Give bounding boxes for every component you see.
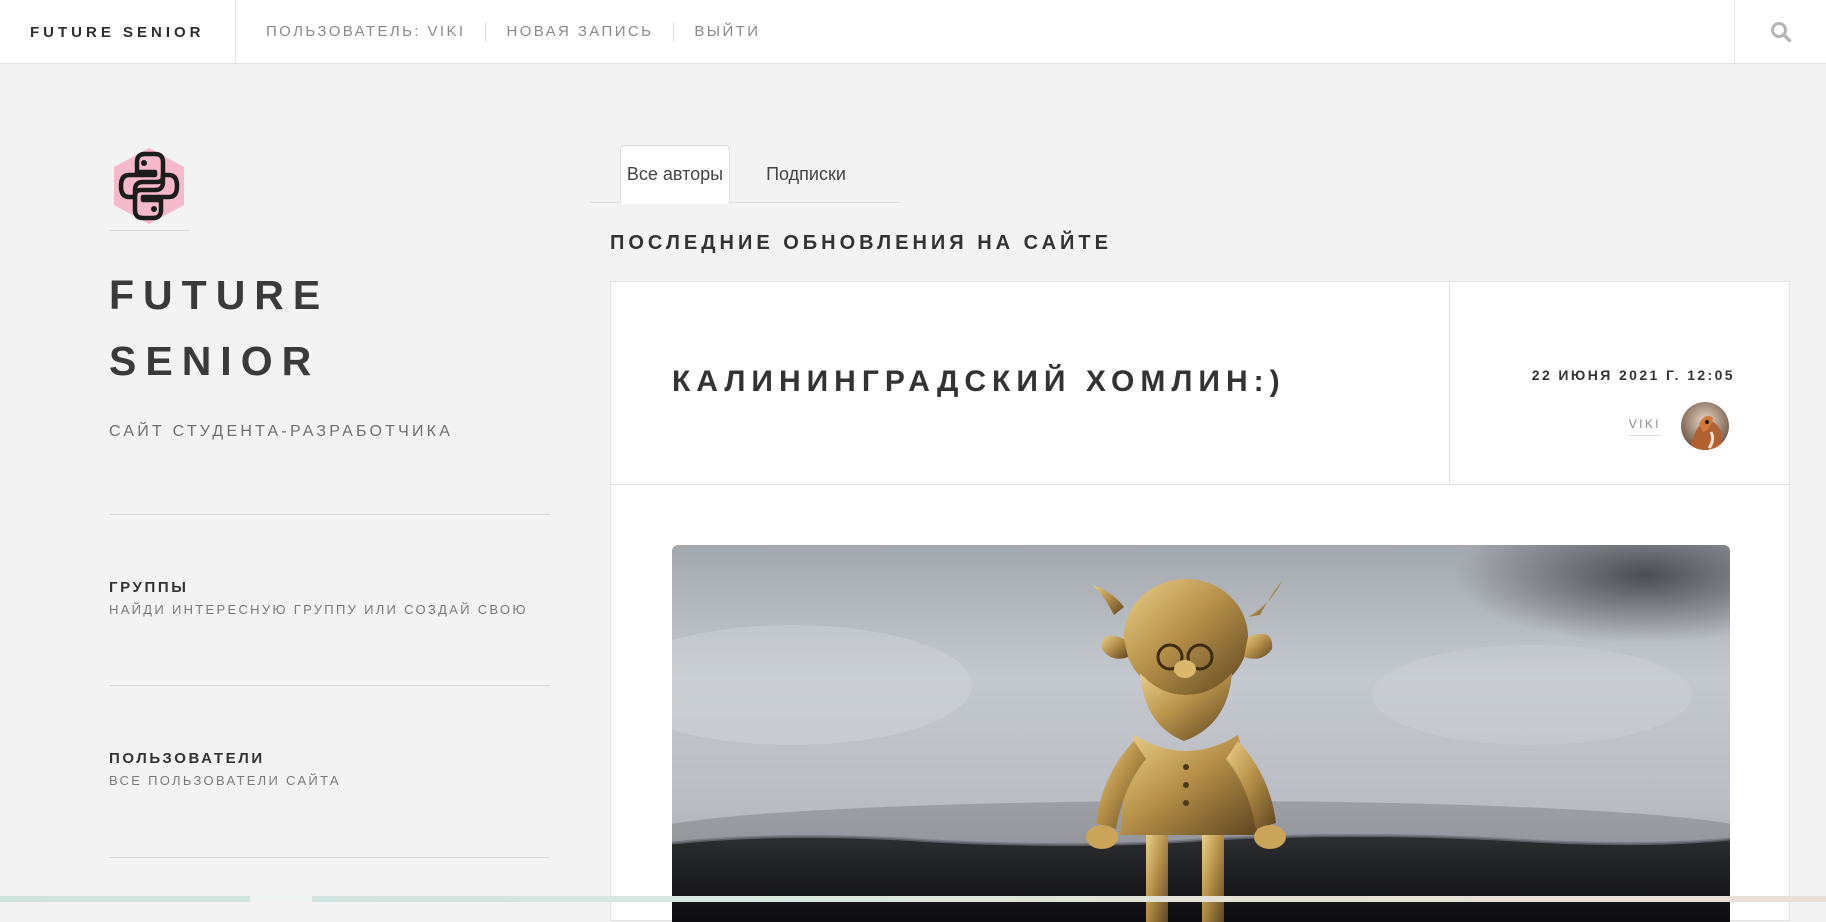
sidebar-divider [109, 857, 550, 858]
nav-logout-link[interactable]: ВЫЙТИ [674, 22, 780, 42]
gnome-figurine-photo-icon [672, 545, 1730, 922]
top-navbar: FUTURE SENIOR ПОЛЬЗОВАТЕЛЬ: VIKI НОВАЯ З… [0, 0, 1826, 64]
tab-subscriptions[interactable]: Подписки [746, 145, 866, 203]
sidebar-link-title: ПОЛЬЗОВАТЕЛИ [109, 750, 265, 767]
sidebar-divider [109, 514, 550, 515]
top-nav: ПОЛЬЗОВАТЕЛЬ: VIKI НОВАЯ ЗАПИСЬ ВЫЙТИ [266, 0, 780, 64]
post-image[interactable] [672, 545, 1730, 922]
sidebar-link-groups[interactable]: ГРУППЫ НАЙДИ ИНТЕРЕСНУЮ ГРУППУ ИЛИ СОЗДА… [109, 579, 528, 617]
nav-new-post-link[interactable]: НОВАЯ ЗАПИСЬ [486, 22, 675, 42]
feed-tabs: Все авторы Подписки [590, 145, 900, 204]
section-heading: ПОСЛЕДНИЕ ОБНОВЛЕНИЯ НА САЙТЕ [610, 232, 1112, 254]
bottom-strip-gap [250, 896, 312, 902]
site-title: FUTURE SENIOR [109, 262, 329, 394]
sidebar-link-desc: ВСЕ ПОЛЬЗОВАТЕЛИ САЙТА [109, 773, 341, 788]
site-subtitle: САЙТ СТУДЕНТА-РАЗРАБОТЧИКА [109, 423, 454, 440]
site-title-line2: SENIOR [109, 338, 321, 384]
brand-link[interactable]: FUTURE SENIOR [0, 0, 236, 64]
sidebar-divider [109, 685, 550, 686]
search-button[interactable] [1734, 0, 1826, 64]
user-avatar-icon[interactable] [1681, 402, 1729, 450]
bottom-decor-strip [0, 896, 1826, 902]
site-title-line1: FUTURE [109, 272, 330, 318]
post-date: 22 ИЮНЯ 2021 Г. 12:05 [1531, 367, 1735, 383]
post-author-link[interactable]: VIKI [1628, 417, 1661, 436]
logo-divider [109, 230, 189, 231]
sidebar-link-title: ГРУППЫ [109, 579, 189, 596]
tab-all-authors[interactable]: Все авторы [620, 145, 730, 204]
post-title[interactable]: КАЛИНИНГРАДСКИЙ ХОМЛИН:) [672, 365, 1286, 399]
python-logo-icon[interactable] [109, 146, 189, 226]
sidebar-link-users[interactable]: ПОЛЬЗОВАТЕЛИ ВСЕ ПОЛЬЗОВАТЕЛИ САЙТА [109, 750, 341, 788]
sidebar-link-desc: НАЙДИ ИНТЕРЕСНУЮ ГРУППУ ИЛИ СОЗДАЙ СВОЮ [109, 602, 528, 617]
search-icon [1770, 22, 1791, 43]
post-card: КАЛИНИНГРАДСКИЙ ХОМЛИН:) 22 ИЮНЯ 2021 Г.… [610, 281, 1790, 922]
nav-user-link[interactable]: ПОЛЬЗОВАТЕЛЬ: VIKI [266, 22, 487, 42]
post-meta: 22 ИЮНЯ 2021 Г. 12:05 VIKI [1449, 282, 1789, 485]
post-header: КАЛИНИНГРАДСКИЙ ХОМЛИН:) 22 ИЮНЯ 2021 Г.… [611, 282, 1789, 485]
